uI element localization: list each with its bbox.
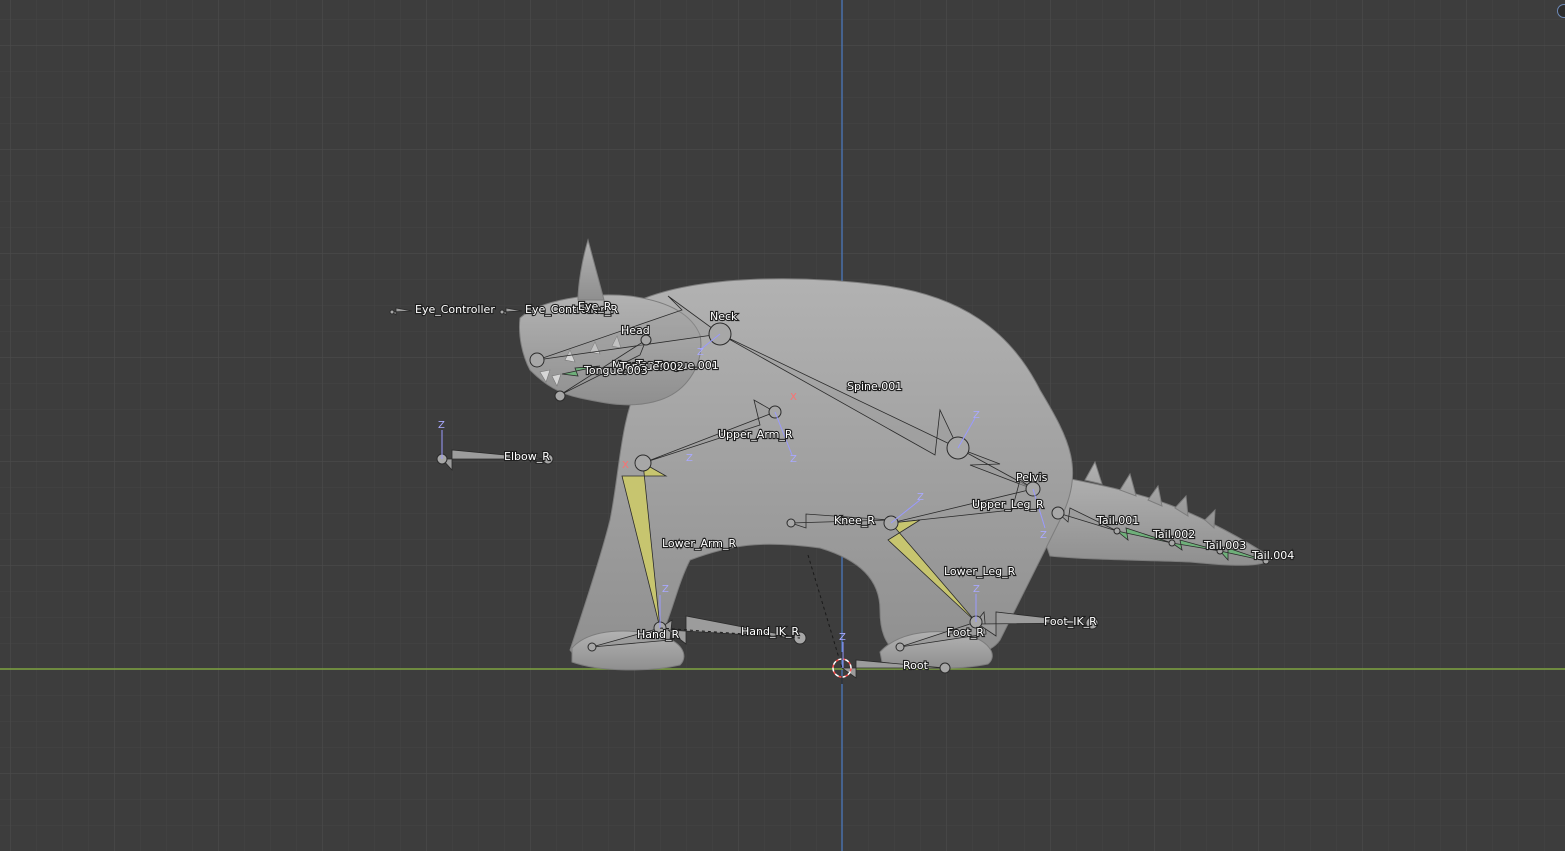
svg-text:Z: Z — [438, 420, 445, 431]
svg-text:Z: Z — [973, 584, 980, 595]
svg-text:Z: Z — [1040, 530, 1047, 541]
3d-viewport[interactable]: Z Z Z Z Z Z Z Z Z Z X X Eye_Controller E… — [0, 0, 1565, 851]
label-tongue-003: Tongue.003 — [583, 364, 648, 377]
label-neck: Neck — [710, 310, 738, 323]
label-hand-ik-r: Hand_IK_R — [741, 625, 799, 638]
svg-text:Z: Z — [790, 454, 797, 465]
svg-text:Z: Z — [917, 492, 924, 503]
label-lower-arm-r: Lower_Arm_R — [662, 537, 737, 550]
label-lower-leg-r: Lower_Leg_R — [944, 565, 1016, 578]
label-tail-001: Tail.001 — [1096, 514, 1139, 527]
svg-text:X: X — [790, 392, 797, 403]
svg-text:Z: Z — [839, 632, 846, 643]
svg-text:Z: Z — [973, 410, 980, 421]
label-elbow-r: Elbow_R — [504, 450, 550, 463]
navigation-gizmo-icon[interactable] — [1557, 4, 1565, 18]
label-tail-002: Tail.002 — [1152, 528, 1195, 541]
label-root: Root — [903, 659, 929, 672]
label-knee-r: Knee_R — [834, 514, 875, 527]
label-upper-leg-r: Upper_Leg_R — [972, 498, 1044, 511]
svg-text:X: X — [622, 460, 629, 471]
label-foot-ik-r: Foot_IK_R — [1044, 615, 1097, 628]
svg-text:Z: Z — [662, 584, 669, 595]
label-pelvis: Pelvis — [1016, 471, 1048, 484]
label-head: Head — [621, 324, 650, 337]
svg-text:Z: Z — [686, 453, 693, 464]
viewport-canvas[interactable]: Z Z Z Z Z Z Z Z Z Z X X Eye_Controller E… — [0, 0, 1565, 851]
svg-text:Z: Z — [697, 347, 704, 358]
label-tail-004: Tail.004 — [1251, 549, 1294, 562]
label-spine-001: Spine.001 — [847, 380, 902, 393]
label-hand-r: Hand_R — [637, 628, 679, 641]
label-upper-arm-r: Upper_Arm_R — [718, 428, 793, 441]
label-foot-r: Foot_R — [947, 626, 984, 639]
label-eye-controller: Eye_Controller — [415, 303, 495, 316]
label-eye-r: Eye_R — [578, 300, 612, 313]
label-tail-003: Tail.003 — [1203, 539, 1246, 552]
